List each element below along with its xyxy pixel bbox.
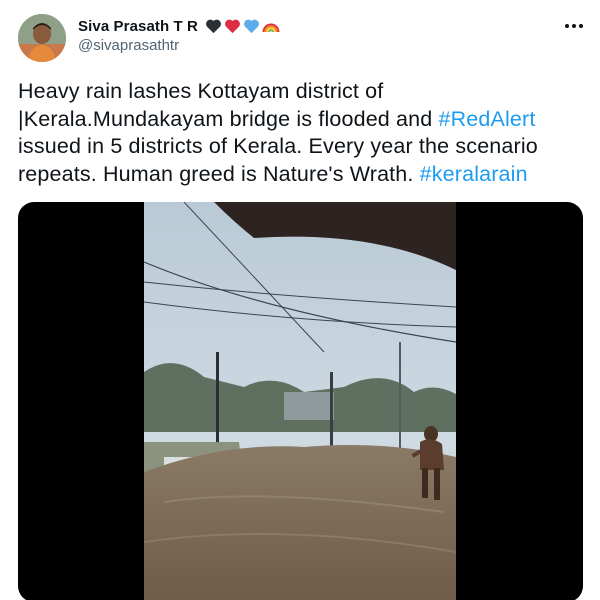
flooded-bridge-video-frame bbox=[144, 202, 456, 600]
red-heart-icon bbox=[225, 19, 240, 34]
author-handle[interactable]: @sivaprasathtr bbox=[78, 37, 179, 54]
tweet-video[interactable] bbox=[18, 202, 583, 600]
tweet-text-part: Heavy rain lashes Kottayam district of |… bbox=[18, 79, 439, 131]
rainbow-icon bbox=[262, 23, 280, 33]
more-horizontal-icon bbox=[565, 24, 583, 28]
author-name-row: Siva Prasath T R bbox=[78, 15, 280, 37]
more-options-button[interactable] bbox=[562, 14, 586, 38]
blue-heart-icon bbox=[244, 19, 259, 34]
name-emojis bbox=[205, 18, 280, 34]
hashtag-link[interactable]: #RedAlert bbox=[439, 107, 536, 131]
avatar[interactable] bbox=[18, 14, 66, 62]
tweet-text: Heavy rain lashes Kottayam district of |… bbox=[18, 78, 588, 188]
hashtag-link[interactable]: #keralarain bbox=[420, 162, 528, 186]
author-display-name[interactable]: Siva Prasath T R bbox=[78, 18, 198, 35]
tweet: Siva Prasath T R @sivaprasathtr Heavy ra… bbox=[0, 0, 600, 600]
black-heart-icon bbox=[206, 19, 221, 34]
